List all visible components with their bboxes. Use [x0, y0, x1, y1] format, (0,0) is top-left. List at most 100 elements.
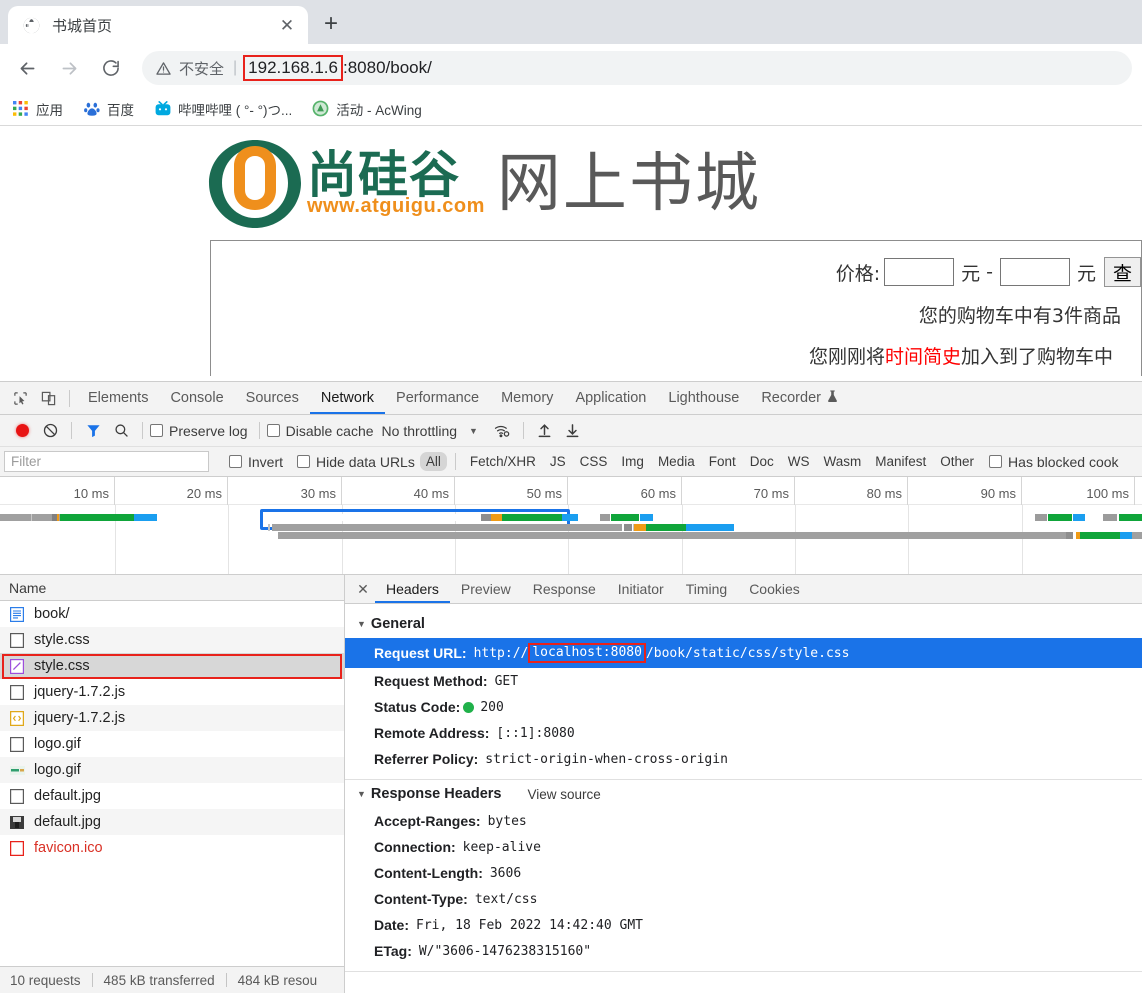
request-url-row[interactable]: Request URL: http:// localhost:8080 /boo…: [345, 638, 1142, 669]
preserve-log-label: Preserve log: [169, 422, 248, 439]
filter-type-all[interactable]: All: [419, 452, 447, 471]
throttling-select[interactable]: No throttling: [382, 423, 457, 439]
close-icon[interactable]: ✕: [276, 14, 298, 36]
cart-notice-prefix: 您刚刚将: [808, 346, 885, 368]
table-row[interactable]: logo.gif: [0, 757, 344, 783]
tab-network[interactable]: Network: [310, 382, 385, 414]
divider: [522, 422, 524, 439]
search-icon[interactable]: [107, 417, 135, 445]
empty-doc-icon: [9, 788, 25, 804]
tab-lighthouse[interactable]: Lighthouse: [657, 382, 750, 414]
bookmark-baidu[interactable]: 百度: [83, 99, 134, 119]
bookmark-label: 应用: [36, 102, 63, 118]
tick-label: 60 ms: [640, 486, 676, 501]
address-bar[interactable]: 不安全 | 192.168.1.6 :8080/book/: [142, 51, 1132, 85]
chevron-down-icon[interactable]: ▼: [469, 426, 478, 436]
table-row[interactable]: default.jpg: [0, 809, 344, 835]
filter-type-wasm[interactable]: Wasm: [818, 452, 868, 471]
table-row[interactable]: book/: [0, 601, 344, 627]
tab-timing[interactable]: Timing: [675, 575, 739, 603]
url-host-highlight: 192.168.1.6: [243, 55, 343, 81]
unit-label-min: 元: [961, 262, 981, 285]
filter-type-css[interactable]: CSS: [574, 452, 614, 471]
filter-type-img[interactable]: Img: [615, 452, 650, 471]
response-headers-title: Response Headers: [370, 786, 502, 803]
filter-type-ws[interactable]: WS: [782, 452, 816, 471]
empty-doc-icon: [9, 632, 25, 648]
header-value: [::1]:8080: [496, 725, 575, 741]
tab-performance[interactable]: Performance: [385, 382, 490, 414]
view-source-link[interactable]: View source: [527, 787, 600, 802]
export-har-icon[interactable]: [559, 417, 587, 445]
network-overview[interactable]: 10 ms 20 ms 30 ms 40 ms 50 ms 60 ms 70 m…: [0, 477, 1142, 575]
filter-icon[interactable]: [79, 417, 107, 445]
bookmark-acwing[interactable]: 活动 - AcWing: [312, 99, 422, 119]
filter-type-media[interactable]: Media: [652, 452, 701, 471]
table-row[interactable]: favicon.ico: [0, 835, 344, 861]
requests-list[interactable]: book/ style.css style.css jquery-1.7.2.j…: [0, 601, 344, 966]
response-headers-section-header[interactable]: ▼ Response Headers View source: [345, 780, 1142, 808]
bookmark-label: 活动 - AcWing: [336, 102, 422, 118]
filter-type-doc[interactable]: Doc: [744, 452, 780, 471]
filter-type-js[interactable]: JS: [544, 452, 572, 471]
table-row[interactable]: logo.gif: [0, 731, 344, 757]
tab-preview[interactable]: Preview: [450, 575, 522, 603]
cart-summary: 您的购物车中有3件商品: [918, 305, 1121, 327]
tab-elements[interactable]: Elements: [77, 382, 159, 414]
bookmark-apps[interactable]: 应用: [12, 99, 63, 119]
device-toolbar-icon[interactable]: [34, 385, 62, 411]
stylesheet-icon: [9, 658, 25, 674]
table-row[interactable]: default.jpg: [0, 783, 344, 809]
new-tab-button[interactable]: +: [314, 7, 348, 41]
disable-cache-checkbox[interactable]: Disable cache: [266, 423, 374, 439]
tab-strip: 书城首页 ✕ +: [0, 0, 1142, 44]
header-key: Content-Type:: [374, 891, 468, 908]
tab-headers[interactable]: Headers: [375, 575, 450, 603]
forward-icon[interactable]: [52, 51, 86, 85]
flask-icon: [827, 390, 838, 406]
tab-application[interactable]: Application: [564, 382, 657, 414]
preserve-log-checkbox[interactable]: Preserve log: [150, 423, 248, 439]
search-submit-button[interactable]: 查: [1103, 257, 1141, 287]
globe-icon: [22, 16, 40, 34]
network-conditions-icon[interactable]: [488, 417, 516, 445]
tab-cookies[interactable]: Cookies: [738, 575, 811, 603]
requests-column-header[interactable]: Name: [0, 575, 344, 601]
filter-input[interactable]: Filter: [4, 451, 209, 472]
inspect-element-icon[interactable]: [6, 385, 34, 411]
filter-type-manifest[interactable]: Manifest: [869, 452, 932, 471]
empty-doc-icon: [9, 684, 25, 700]
close-icon[interactable]: ✕: [351, 577, 375, 601]
header-key: Connection:: [374, 839, 456, 856]
request-name: book/: [34, 606, 70, 622]
import-har-icon[interactable]: [531, 417, 559, 445]
invert-checkbox[interactable]: Invert: [229, 454, 283, 470]
tab-console[interactable]: Console: [159, 382, 234, 414]
tab-recorder[interactable]: Recorder: [750, 382, 849, 414]
back-icon[interactable]: [10, 51, 44, 85]
filter-type-fetch-xhr[interactable]: Fetch/XHR: [464, 452, 542, 471]
table-row[interactable]: style.css: [0, 627, 344, 653]
tab-memory[interactable]: Memory: [490, 382, 564, 414]
filter-type-font[interactable]: Font: [703, 452, 742, 471]
tab-sources[interactable]: Sources: [235, 382, 310, 414]
bookmark-bilibili[interactable]: 哔哩哔哩 ( °- °)つ...: [154, 99, 292, 119]
table-row[interactable]: jquery-1.7.2.js: [0, 705, 344, 731]
has-blocked-cookies-checkbox[interactable]: Has blocked cook: [989, 454, 1119, 470]
table-row[interactable]: jquery-1.7.2.js: [0, 679, 344, 705]
clear-icon[interactable]: [36, 417, 64, 445]
filter-type-other[interactable]: Other: [934, 452, 980, 471]
bilibili-icon: [154, 100, 171, 117]
record-button[interactable]: [8, 417, 36, 445]
general-section-header[interactable]: ▼ General: [345, 610, 1142, 638]
browser-tab[interactable]: 书城首页 ✕: [8, 6, 308, 44]
price-min-input[interactable]: [884, 258, 955, 286]
tab-response[interactable]: Response: [522, 575, 607, 603]
header-row: Content-Length: 3606: [345, 860, 1142, 886]
reload-icon[interactable]: [94, 51, 128, 85]
price-max-input[interactable]: [999, 258, 1070, 286]
tab-initiator[interactable]: Initiator: [607, 575, 675, 603]
network-split: Name book/ style.css style.css jquery-1.…: [0, 575, 1142, 993]
table-row-selected[interactable]: style.css: [0, 653, 344, 679]
hide-data-urls-checkbox[interactable]: Hide data URLs: [297, 454, 415, 470]
